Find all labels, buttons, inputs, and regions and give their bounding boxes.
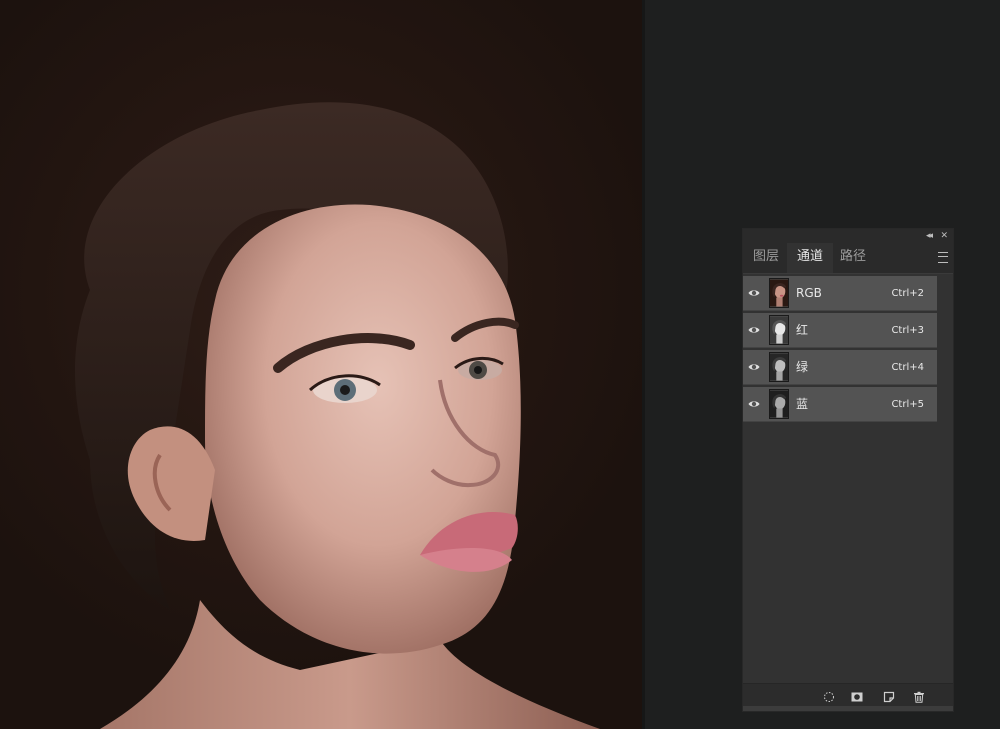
delete-channel-icon[interactable] [913,691,925,703]
channel-name: RGB [796,286,822,300]
eye-icon[interactable] [748,361,760,373]
save-selection-icon[interactable] [851,691,863,703]
channel-row-green[interactable]: 绿 Ctrl+4 [743,350,937,385]
panel-menu-icon[interactable] [938,252,948,263]
portrait-photo [75,102,600,729]
channel-row-blue[interactable]: 蓝 Ctrl+5 [743,387,937,422]
new-channel-icon[interactable] [883,691,895,703]
canvas-edge [642,0,645,729]
panel-resize-grip[interactable] [743,706,953,711]
panel-tab-bar: 图层 通道 路径 [743,243,953,274]
panel-bottom-toolbar [743,683,953,711]
channel-thumbnail [769,278,789,308]
channel-name: 红 [796,323,809,337]
channel-list: RGB Ctrl+2 红 Ctrl+3 绿 Ctrl+4 蓝 Ctrl+5 [743,274,953,422]
double-chevron-left-icon[interactable]: ◂◂ [926,229,933,243]
channel-name: 蓝 [796,397,809,411]
eye-icon[interactable] [748,324,760,336]
channel-shortcut: Ctrl+2 [891,288,924,299]
channel-row-red[interactable]: 红 Ctrl+3 [743,313,937,348]
close-icon[interactable]: ✕ [940,229,948,243]
channel-shortcut: Ctrl+5 [891,399,924,410]
channel-row-rgb[interactable]: RGB Ctrl+2 [743,276,937,311]
load-selection-icon[interactable] [823,691,835,703]
channel-thumbnail [769,389,789,419]
tab-layers[interactable]: 图层 [745,243,787,273]
tab-channels[interactable]: 通道 [787,243,833,273]
eye-icon[interactable] [748,287,760,299]
tab-paths[interactable]: 路径 [833,243,873,273]
panel-title-bar[interactable]: ◂◂ ✕ [743,229,953,243]
channel-name: 绿 [796,360,809,374]
channels-panel: ◂◂ ✕ 图层 通道 路径 RGB Ctrl+2 红 Ctrl+3 绿 Ctrl… [742,228,954,712]
photo-canvas[interactable] [0,0,642,729]
channel-shortcut: Ctrl+3 [891,325,924,336]
channel-thumbnail [769,352,789,382]
eye-icon[interactable] [748,398,760,410]
channel-shortcut: Ctrl+4 [891,362,924,373]
channel-thumbnail [769,315,789,345]
